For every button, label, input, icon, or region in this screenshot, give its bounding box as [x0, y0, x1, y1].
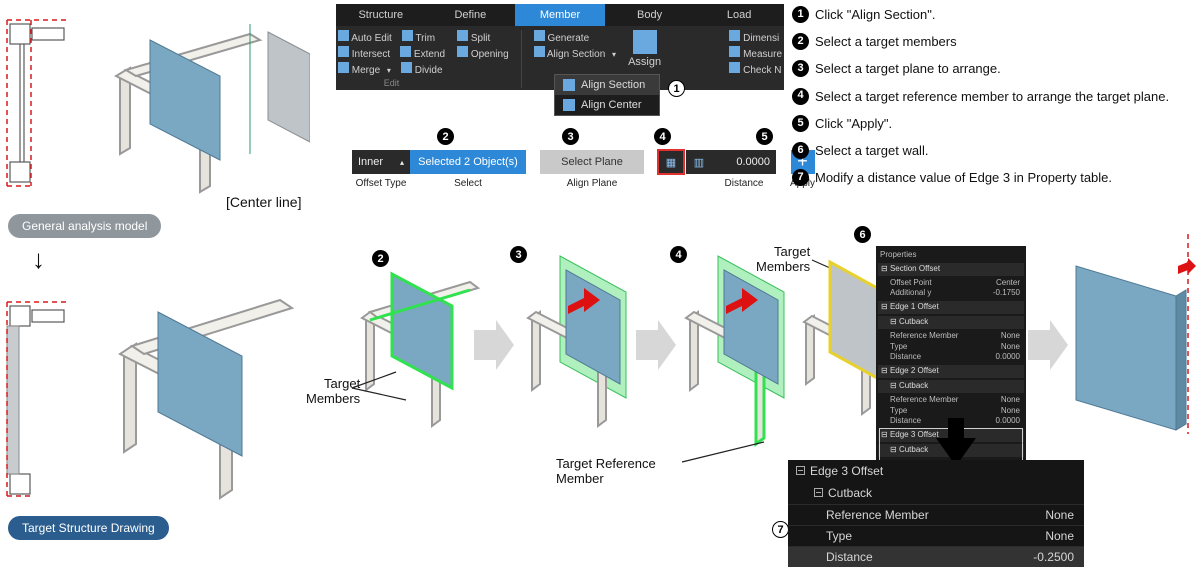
dimension-button[interactable]: Dimensi: [729, 30, 779, 44]
properties-title: Properties: [880, 250, 1022, 261]
target-reference-caption: Target Reference Member: [556, 456, 656, 486]
callout-1: 1: [668, 80, 685, 97]
tab-load[interactable]: Load: [694, 4, 784, 26]
distance-input[interactable]: 0.0000: [712, 150, 776, 174]
merge-icon: [338, 62, 349, 73]
align-plane-label: Align Plane: [567, 178, 618, 189]
edge3-offset-header[interactable]: Edge 3 Offset: [788, 460, 1084, 482]
final-wall-diagram: [1070, 230, 1196, 440]
step3-diagram: [506, 232, 656, 442]
ribbon-group-view: Dimensi Measure Check N: [729, 30, 782, 88]
instruction-5: Click "Apply".: [815, 115, 892, 133]
callout-3a: 3: [562, 128, 579, 145]
tab-member[interactable]: Member: [515, 4, 605, 26]
ribbon-group-edit-label: Edit: [338, 78, 445, 88]
align-mode-label: [684, 178, 687, 189]
auto-edit-icon: [338, 30, 349, 41]
dimension-icon: [729, 30, 740, 41]
instruction-4: Select a target reference member to arra…: [815, 88, 1169, 106]
instruction-7: Modify a distance value of Edge 3 in Pro…: [815, 169, 1112, 187]
extend-icon: [400, 46, 411, 57]
cutback-header[interactable]: Cutback: [788, 482, 1084, 504]
auto-edit-button[interactable]: Auto Edit: [338, 30, 392, 44]
select-label: Select: [454, 178, 482, 189]
extend-button[interactable]: Extend: [400, 46, 445, 60]
dropdown-align-section[interactable]: Align Section: [555, 75, 659, 95]
intersect-button[interactable]: Intersect: [338, 46, 390, 60]
align-center-item-icon: [563, 99, 575, 111]
option-bar: Inner▴ Offset Type Selected 2 Object(s) …: [352, 150, 815, 189]
opening-icon: [457, 46, 468, 57]
edge1-header[interactable]: ⊟ Edge 1 Offset: [878, 301, 1024, 314]
split-icon: [457, 30, 468, 41]
callout-2a: 2: [437, 128, 454, 145]
seq-arrow-6r: [1028, 320, 1068, 370]
target-structure-pill: Target Structure Drawing: [8, 516, 169, 540]
ref-member-row[interactable]: Reference MemberNone: [788, 504, 1084, 525]
generate-icon: [534, 30, 545, 41]
tab-structure[interactable]: Structure: [336, 4, 426, 26]
dropdown-align-center[interactable]: Align Center: [555, 95, 659, 115]
iso-target-structure: [80, 282, 320, 502]
callout-4a: 4: [654, 128, 671, 145]
align-section-button[interactable]: Align Section ▾: [534, 46, 616, 60]
trim-icon: [402, 30, 413, 41]
edge2-header[interactable]: ⊟ Edge 2 Offset: [878, 365, 1024, 378]
instruction-list: 1Click "Align Section". 2Select a target…: [792, 6, 1169, 196]
instruction-3: Select a target plane to arrange.: [815, 60, 1001, 78]
measure-button[interactable]: Measure: [729, 46, 782, 60]
distance-label: Distance: [725, 178, 764, 189]
generate-button[interactable]: Generate: [534, 30, 589, 44]
select-objects-button[interactable]: Selected 2 Object(s): [410, 150, 526, 174]
align-section-icon: [534, 46, 545, 57]
offset-type-select[interactable]: Inner▴: [352, 150, 410, 174]
general-analysis-pill: General analysis model: [8, 214, 161, 238]
trim-button[interactable]: Trim: [402, 30, 435, 44]
callout-5a: 5: [756, 128, 773, 145]
tab-define[interactable]: Define: [426, 4, 516, 26]
arrow-down-icon: ↓: [32, 244, 45, 275]
callout-7: 7: [772, 521, 789, 538]
align-section-item-icon: [563, 79, 575, 91]
iso-analysis-model: [80, 14, 310, 204]
properties-panel-large: Edge 3 Offset Cutback Reference MemberNo…: [788, 460, 1084, 567]
plan-view-bottom: [4, 300, 74, 500]
instruction-6: Select a target wall.: [815, 142, 928, 160]
type-row[interactable]: TypeNone: [788, 525, 1084, 546]
leader-4: [680, 440, 780, 470]
intersect-icon: [338, 46, 349, 57]
assign-icon: [633, 30, 657, 54]
callout-6: 6: [854, 226, 871, 243]
measure-icon: [729, 46, 740, 57]
select-plane-button[interactable]: Select Plane: [540, 150, 644, 174]
instruction-2: Select a target members: [815, 33, 957, 51]
section-offset-header[interactable]: ⊟ Section Offset: [878, 263, 1024, 276]
plan-view-top: [4, 18, 74, 188]
ribbon-tabs: Structure Define Member Body Load: [336, 4, 784, 26]
ribbon-group-edit: Auto Edit Trim Intersect Extend Merge ▾ …: [338, 30, 445, 88]
split-button[interactable]: Split: [457, 30, 490, 44]
opening-button[interactable]: Opening: [457, 46, 509, 60]
align-section-dropdown: Align Section Align Center: [554, 74, 660, 116]
step2-diagram: [340, 240, 490, 440]
leader-2: [350, 370, 430, 410]
distance-row[interactable]: Distance-0.2500: [788, 546, 1084, 567]
centerline-label: [Center line]: [226, 194, 301, 210]
tab-body[interactable]: Body: [605, 4, 695, 26]
ribbon-group-edit2: Split Opening: [457, 30, 509, 88]
check-button[interactable]: Check N: [729, 62, 781, 76]
merge-button[interactable]: Merge ▾: [338, 62, 391, 76]
check-icon: [729, 62, 740, 73]
divide-icon: [401, 62, 412, 73]
instruction-1: Click "Align Section".: [815, 6, 936, 24]
offset-type-label: Offset Type: [356, 178, 407, 189]
divide-button[interactable]: Divide: [401, 62, 443, 76]
align-mode-a-button[interactable]: ▦: [658, 150, 684, 174]
align-mode-b-button[interactable]: ▥: [686, 150, 712, 174]
